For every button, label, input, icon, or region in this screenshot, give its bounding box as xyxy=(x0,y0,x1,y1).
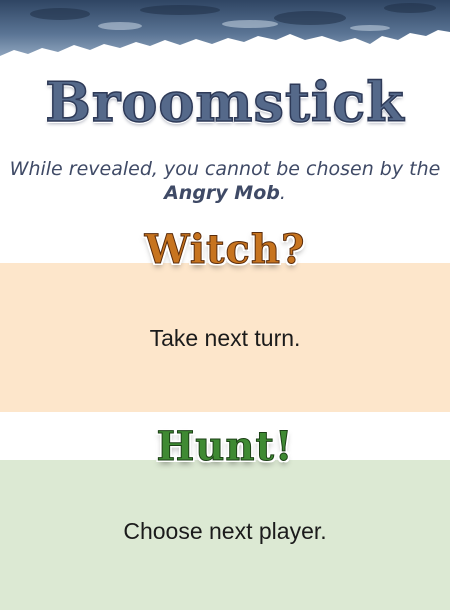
card-title: Broomstick xyxy=(45,69,405,135)
description-keyword: Angry Mob xyxy=(164,182,280,204)
witch-badge: Witch? xyxy=(144,226,306,274)
description-end: . xyxy=(279,182,286,204)
hunt-badge: Hunt! xyxy=(156,423,294,471)
description-text: While revealed, you cannot be chosen by … xyxy=(9,158,441,180)
witch-effect-text: Take next turn. xyxy=(149,325,301,351)
card-description: While revealed, you cannot be chosen by … xyxy=(0,157,450,205)
hunt-effect-text: Choose next player. xyxy=(123,518,327,544)
hunt-band: Choose next player. xyxy=(0,460,450,610)
header-artwork xyxy=(0,0,450,56)
witch-band: Take next turn. xyxy=(0,263,450,412)
